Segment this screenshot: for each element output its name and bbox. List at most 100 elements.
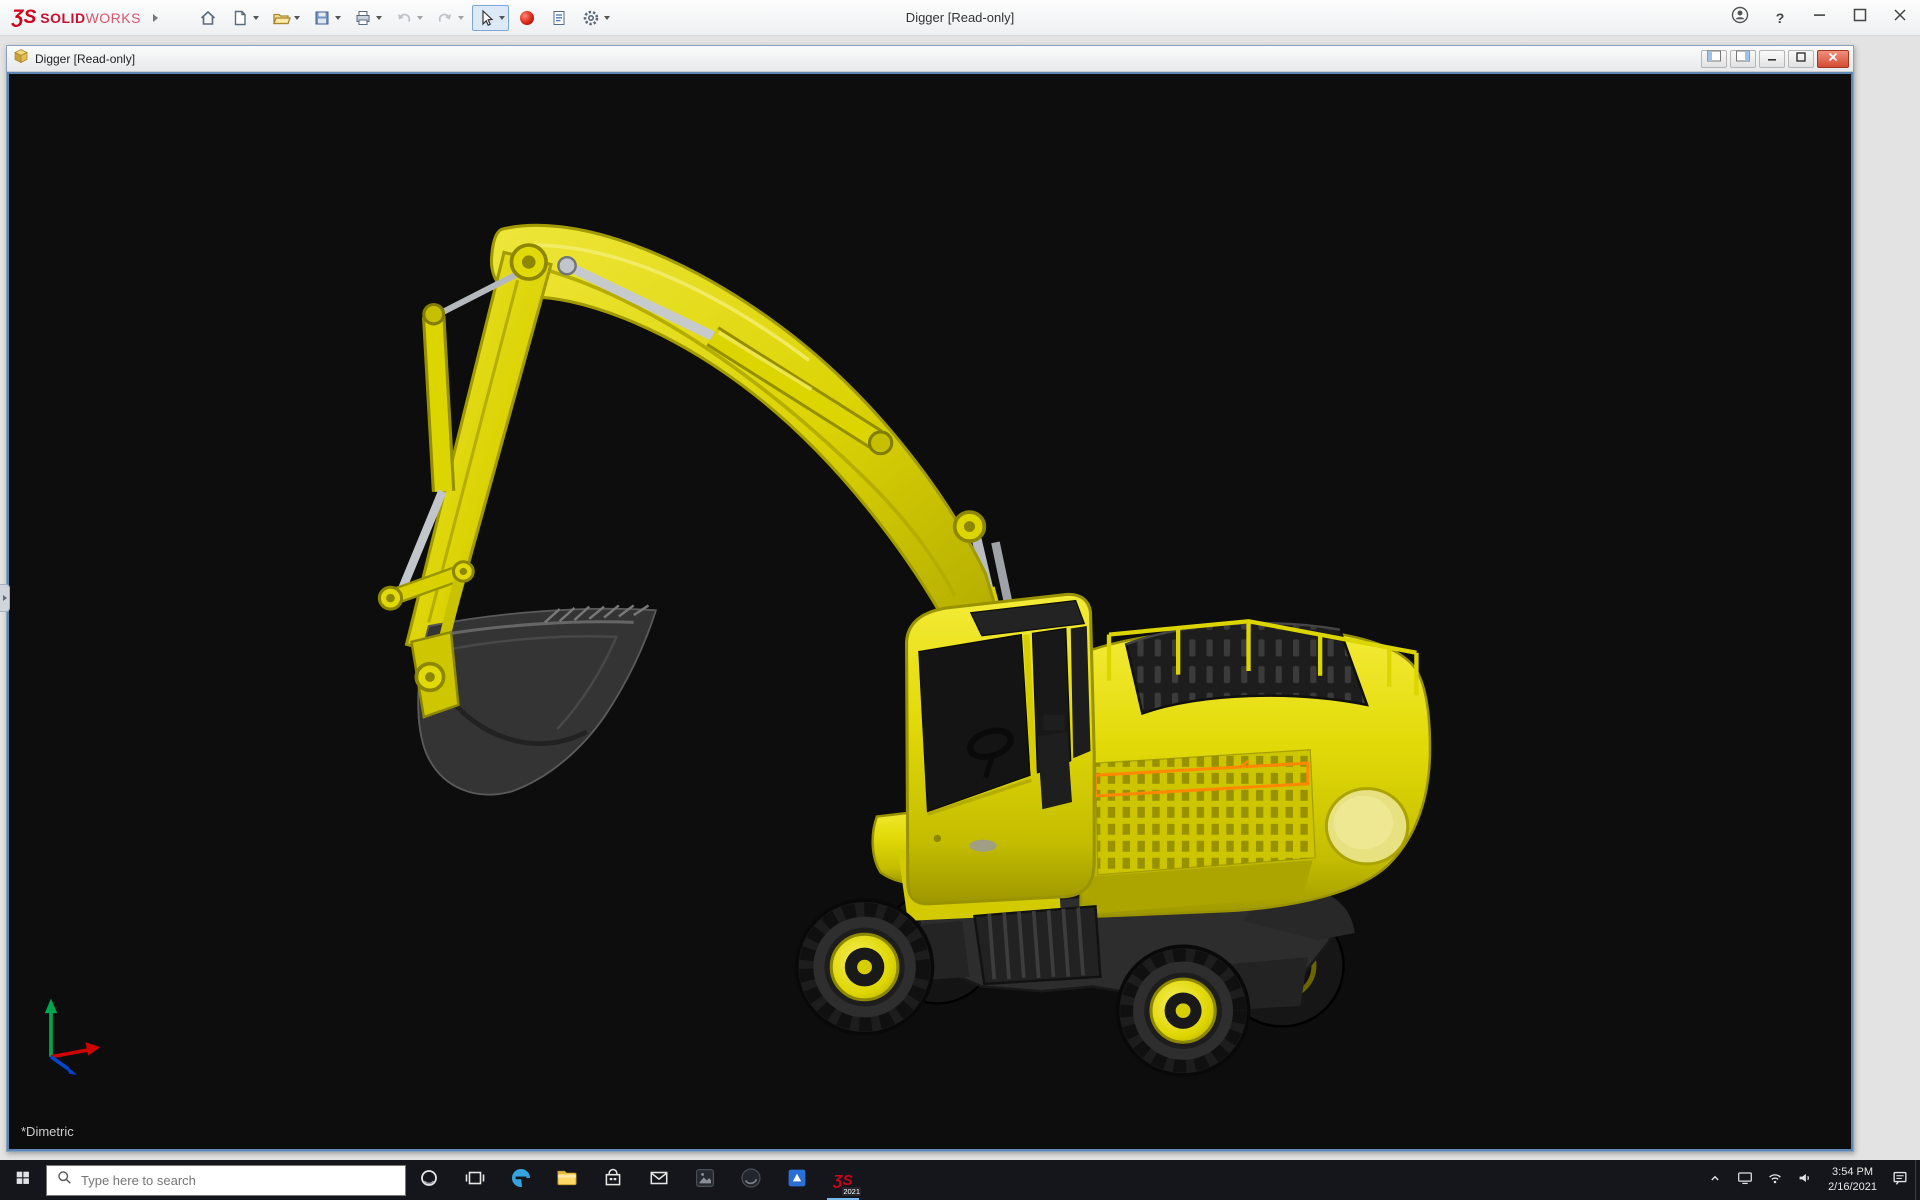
part-document-icon xyxy=(13,48,29,69)
show-desktop-button[interactable] xyxy=(1915,1160,1920,1200)
home-icon xyxy=(198,8,218,28)
volume-icon xyxy=(1796,1169,1814,1192)
maximize-button[interactable] xyxy=(1840,0,1880,36)
chevron-down-icon[interactable] xyxy=(294,16,300,20)
chevron-down-icon[interactable] xyxy=(253,16,259,20)
file-explorer-icon xyxy=(555,1166,579,1195)
system-tray: 3:54 PM 2/16/2021 xyxy=(1700,1160,1920,1200)
document-title: Digger [Read-only] xyxy=(35,52,135,66)
app-titlebar: ƷS SOLID WORKS xyxy=(0,0,1920,36)
task-view-icon xyxy=(465,1168,485,1193)
design-binder-button[interactable] xyxy=(545,5,573,31)
save-icon xyxy=(312,8,332,28)
chevron-down-icon[interactable] xyxy=(376,16,382,20)
cortana-button[interactable] xyxy=(406,1160,452,1200)
account-icon xyxy=(1730,5,1750,30)
windows-logo-icon xyxy=(14,1169,32,1192)
menu-expander-icon[interactable] xyxy=(153,14,158,22)
chevron-down-icon[interactable] xyxy=(499,16,505,20)
standard-toolbar xyxy=(192,5,616,31)
open-button[interactable] xyxy=(267,5,304,31)
taskbar-app-store[interactable] xyxy=(590,1160,636,1200)
red-sphere-button[interactable] xyxy=(513,5,541,31)
store-icon xyxy=(602,1167,624,1194)
help-icon: ? xyxy=(1776,10,1785,26)
cab[interactable] xyxy=(907,594,1095,904)
start-button[interactable] xyxy=(0,1160,46,1200)
search-input[interactable] xyxy=(81,1173,396,1188)
new-document-button[interactable] xyxy=(226,5,263,31)
digger-model[interactable] xyxy=(9,74,1851,1149)
document-titlebar[interactable]: Digger [Read-only] xyxy=(7,46,1853,72)
taskbar-app-photos[interactable] xyxy=(682,1160,728,1200)
clock-date: 2/16/2021 xyxy=(1828,1180,1877,1195)
pane-left-button[interactable] xyxy=(1701,50,1727,68)
maximize-icon xyxy=(1795,50,1807,68)
brand-mark: ƷS xyxy=(12,7,36,29)
minimize-icon xyxy=(1766,50,1778,68)
doc-close-button[interactable] xyxy=(1817,50,1849,68)
body-deck[interactable] xyxy=(1081,621,1430,917)
taskbar-app-solidworks[interactable]: ƷS 2021 xyxy=(820,1160,866,1200)
chevron-down-icon[interactable] xyxy=(458,16,464,20)
view-orientation-label: *Dimetric xyxy=(21,1124,74,1139)
wheel-rear[interactable] xyxy=(1118,946,1249,1075)
save-button[interactable] xyxy=(308,5,345,31)
wheel-front[interactable] xyxy=(797,900,933,1033)
doc-minimize-button[interactable] xyxy=(1759,50,1785,68)
pane-right-icon xyxy=(1735,49,1751,68)
red-sphere-icon xyxy=(517,8,537,28)
chevron-down-icon[interactable] xyxy=(417,16,423,20)
volume-tray-button[interactable] xyxy=(1790,1160,1820,1200)
chevron-down-icon[interactable] xyxy=(335,16,341,20)
redo-icon xyxy=(435,8,455,28)
graphics-viewport[interactable]: *Dimetric xyxy=(7,72,1853,1151)
account-button[interactable] xyxy=(1720,0,1760,36)
dark-sphere-app-icon xyxy=(739,1166,763,1195)
pane-right-button[interactable] xyxy=(1730,50,1756,68)
flyout-arrow-icon xyxy=(3,595,7,601)
close-icon xyxy=(1891,6,1909,29)
taskbar-app-edge[interactable] xyxy=(498,1160,544,1200)
taskbar-app-mail[interactable] xyxy=(636,1160,682,1200)
options-button[interactable] xyxy=(577,5,614,31)
home-button[interactable] xyxy=(194,5,222,31)
minimize-button[interactable] xyxy=(1800,0,1840,36)
workspace: Digger [Read-only] xyxy=(0,36,1920,1160)
undo-button[interactable] xyxy=(390,5,427,31)
help-button[interactable]: ? xyxy=(1760,0,1800,36)
redo-button[interactable] xyxy=(431,5,468,31)
seat xyxy=(1037,732,1072,810)
select-tool-button[interactable] xyxy=(472,5,509,31)
design-binder-icon xyxy=(549,8,569,28)
edge-browser-icon xyxy=(509,1166,533,1195)
hidden-icons-button[interactable] xyxy=(1700,1160,1730,1200)
clock-time: 3:54 PM xyxy=(1828,1165,1877,1180)
display-tray-button[interactable] xyxy=(1730,1160,1760,1200)
mail-icon xyxy=(648,1167,670,1194)
taskbar-app-file-explorer[interactable] xyxy=(544,1160,590,1200)
print-button[interactable] xyxy=(349,5,386,31)
task-view-button[interactable] xyxy=(452,1160,498,1200)
network-icon xyxy=(1766,1169,1784,1192)
chevron-up-icon xyxy=(1707,1170,1723,1191)
action-center-button[interactable] xyxy=(1885,1160,1915,1200)
network-tray-button[interactable] xyxy=(1760,1160,1790,1200)
gear-icon xyxy=(581,8,601,28)
solidworks-logo: ƷS SOLID WORKS xyxy=(0,7,147,29)
app-title: Digger [Read-only] xyxy=(906,10,1014,25)
taskbar-search[interactable] xyxy=(46,1165,406,1196)
featuremanager-flyout-tab[interactable] xyxy=(0,584,10,612)
open-folder-icon xyxy=(271,8,291,28)
chevron-down-icon[interactable] xyxy=(604,16,610,20)
taskbar-app-dark[interactable] xyxy=(728,1160,774,1200)
action-center-icon xyxy=(1891,1169,1909,1192)
close-button[interactable] xyxy=(1880,0,1920,36)
taskbar-clock[interactable]: 3:54 PM 2/16/2021 xyxy=(1820,1165,1885,1195)
photos-app-icon xyxy=(693,1166,717,1195)
doc-maximize-button[interactable] xyxy=(1788,50,1814,68)
solidworks-app-icon: ƷS xyxy=(833,1173,852,1188)
taskbar: ƷS 2021 3:54 PM 2/16/2021 xyxy=(0,1160,1920,1200)
taskbar-app-blue[interactable] xyxy=(774,1160,820,1200)
step-box[interactable] xyxy=(974,906,1100,984)
